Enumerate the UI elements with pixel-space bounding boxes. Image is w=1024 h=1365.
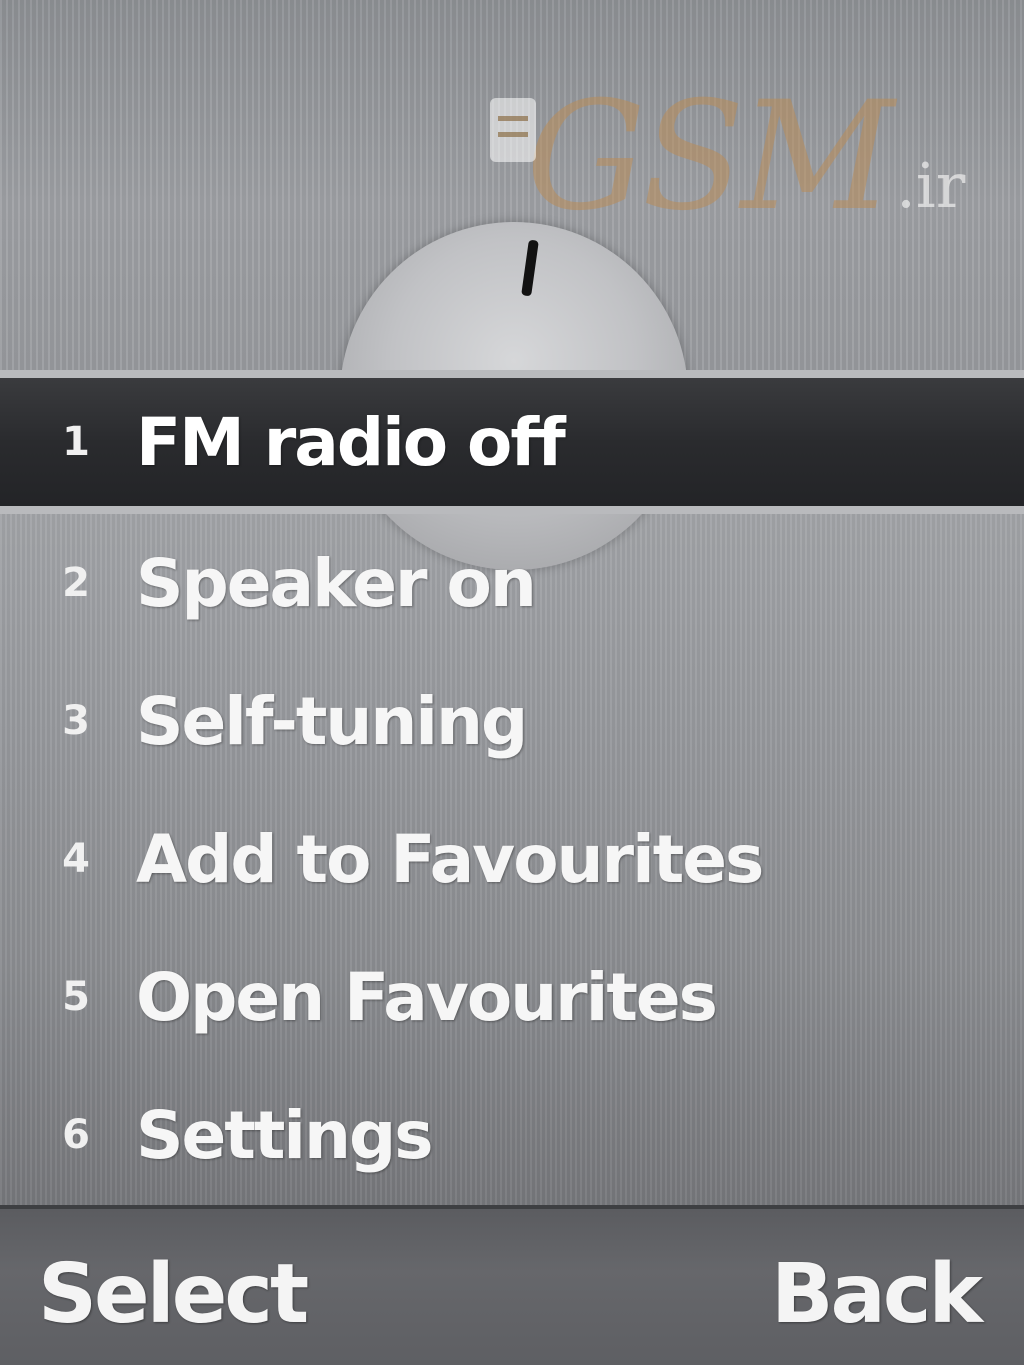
select-softkey-button[interactable]: Select [38, 1247, 309, 1342]
menu-item-number: 4 [62, 836, 90, 882]
menu-item-number: 5 [62, 974, 90, 1020]
menu-item-number: 6 [62, 1112, 90, 1158]
options-menu: 1 FM radio off 2 Speaker on 3 Self-tunin… [0, 370, 1024, 1204]
menu-item-fm-radio-off[interactable]: 1 FM radio off [0, 370, 1024, 514]
back-softkey-button[interactable]: Back [771, 1247, 983, 1342]
menu-item-number: 2 [62, 560, 90, 606]
menu-item-label: FM radio off [136, 403, 566, 481]
menu-item-open-favourites[interactable]: 5 Open Favourites [0, 928, 1024, 1066]
menu-item-label: Speaker on [136, 544, 537, 622]
menu-item-label: Add to Favourites [136, 820, 764, 898]
menu-item-settings[interactable]: 6 Settings [0, 1066, 1024, 1204]
menu-item-label: Self-tuning [136, 682, 528, 760]
watermark-suffix: .ir [896, 149, 966, 222]
radio-header: GSM .ir [0, 0, 1024, 570]
fm-radio-options-screen: GSM .ir 1 FM radio off 2 Speaker on 3 Se… [0, 0, 1024, 1365]
softkey-bar: Select Back [0, 1205, 1024, 1365]
menu-item-label: Open Favourites [136, 958, 718, 1036]
watermark-text: GSM [526, 70, 894, 244]
menu-item-speaker-on[interactable]: 2 Speaker on [0, 514, 1024, 652]
menu-item-add-to-favourites[interactable]: 4 Add to Favourites [0, 790, 1024, 928]
menu-item-label: Settings [136, 1096, 434, 1174]
watermark-logo: GSM .ir [490, 62, 965, 232]
menu-item-number: 3 [62, 698, 90, 744]
menu-item-number: 1 [62, 419, 90, 465]
watermark-glyph-icon [490, 98, 536, 162]
menu-item-self-tuning[interactable]: 3 Self-tuning [0, 652, 1024, 790]
